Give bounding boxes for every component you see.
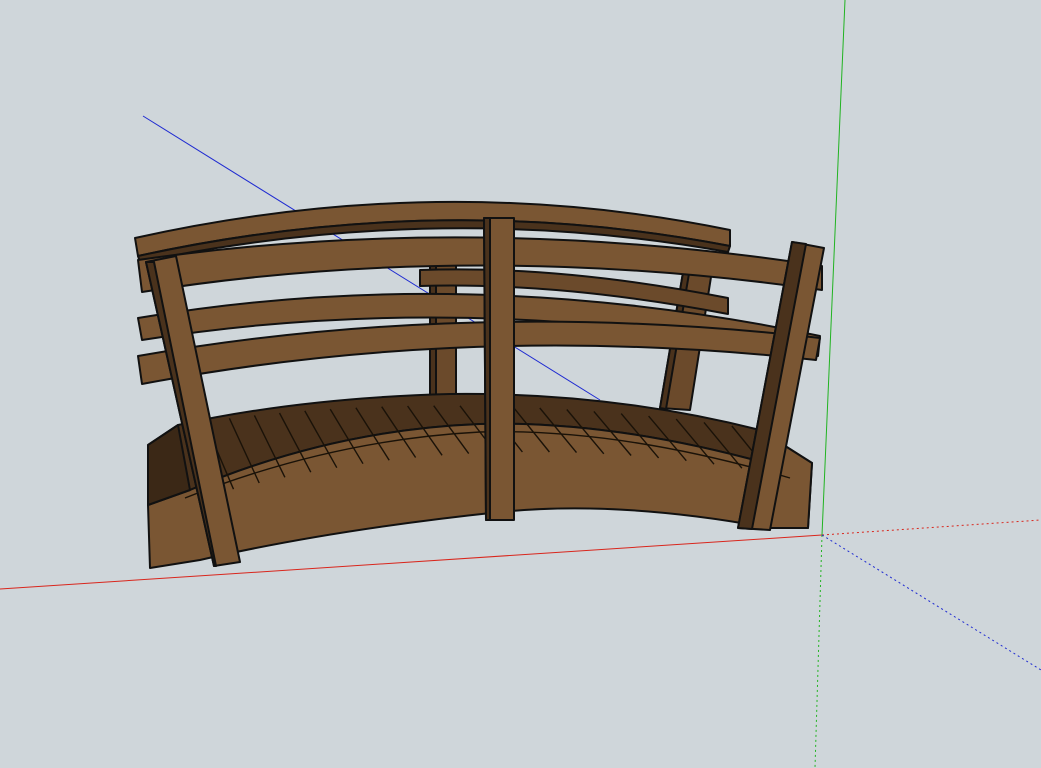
lower-rail[interactable]: [137, 320, 821, 385]
front-post-center-side: [483, 217, 491, 521]
model-canvas[interactable]: [0, 0, 1041, 768]
red-axis-dotted: [821, 519, 1041, 536]
blue-axis-dotted: [821, 534, 1041, 671]
axes-group: [0, 0, 1041, 768]
green-axis-dotted: [814, 534, 823, 768]
red-axis-solid: [0, 534, 823, 590]
green-axis-solid: [821, 0, 846, 536]
3d-viewport[interactable]: [0, 0, 1041, 768]
